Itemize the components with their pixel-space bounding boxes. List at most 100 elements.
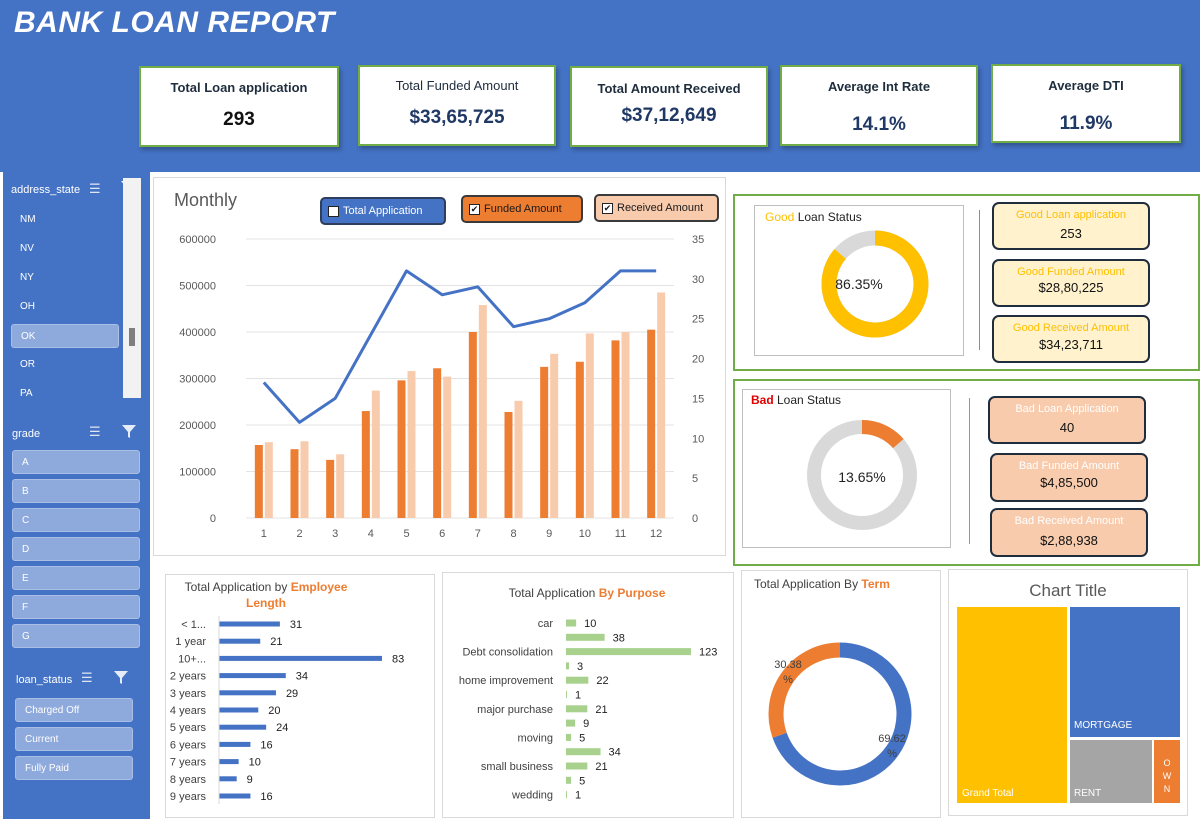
clear-filter-icon[interactable] [121,423,137,442]
slicer-item-state[interactable]: NV [11,237,119,261]
slicer-scrollbar[interactable] [123,178,141,398]
kpi-total-amount-received: Total Amount Received $37,12,649 [570,66,768,147]
slicer-item-loan-status[interactable]: Fully Paid [15,756,133,780]
bar-received-amount [300,441,309,518]
slicer-item-loan-status[interactable]: Charged Off [15,698,133,722]
bar-purpose [566,705,588,713]
slicer-item-state-selected[interactable]: OK [11,324,119,348]
data-label: 16 [260,739,272,751]
category-label: small business [481,761,554,773]
term-card: Total Application By Term 69.62% 30.38% [741,570,941,818]
multi-select-icon[interactable]: ☰ [89,424,101,440]
stat-label: Good Received Amount [1012,322,1130,334]
data-label: 9 [583,718,589,730]
y-tick-label: 300000 [179,374,216,386]
category-label: < 1... [181,619,206,631]
bar-purpose [566,648,691,656]
category-label: 8 years [170,774,207,786]
slicer-item-state[interactable]: OR [11,353,119,377]
slicer-item-state[interactable]: PA [11,382,119,406]
kpi-label: Total Amount Received [597,81,741,96]
treemap-tile-own: O W N [1154,740,1180,803]
category-label: car [538,618,554,630]
bar-received-amount [443,376,452,518]
bar-funded-amount [647,329,656,518]
bar-funded-amount [361,411,370,518]
data-label: 29 [286,688,298,700]
slice-label: 69.62 [878,733,906,745]
bar-employee-length [219,759,239,765]
bar-purpose [566,662,570,670]
slicer-item-grade[interactable]: C [12,508,140,532]
bad-loan-donut-box: Bad Loan Status 13.65% [742,389,951,548]
y-tick-label: 600000 [179,234,216,246]
data-label: 10 [249,757,261,769]
bar-employee-length [219,673,286,679]
data-label: 24 [276,722,288,734]
stat-label: Bad Funded Amount [1018,460,1120,472]
bar-employee-length [219,793,251,799]
slicer-item-grade[interactable]: F [12,595,140,619]
slicer-item-grade[interactable]: A [12,450,140,474]
x-tick-label: 9 [546,528,552,540]
bar-funded-amount [290,449,299,518]
divider [969,398,970,544]
x-tick-label: 7 [475,528,481,540]
bar-employee-length [219,638,261,644]
purpose-chart: car 10 38 Debt consolidation 123 3 home improv… [459,618,718,802]
x-tick-label: 6 [439,528,445,540]
kpi-average-int-rate: Average Int Rate 14.1% [780,65,978,146]
category-label: 4 years [170,705,207,717]
x-tick-label: 1 [261,528,267,540]
kpi-value: 14.1% [852,114,906,135]
bar-funded-amount [254,444,263,518]
y-tick-label: 500000 [179,281,216,293]
y2-tick-label: 20 [692,354,704,366]
bar-employee-length [219,621,280,627]
data-label: 1 [575,790,581,802]
bar-purpose [566,733,572,741]
treemap-tile-rent: RENT [1070,740,1152,803]
data-label: 21 [595,761,607,773]
bar-employee-length [219,741,251,747]
line-total-application [262,269,657,424]
multi-select-icon[interactable]: ☰ [81,670,93,686]
report-title: BANK LOAN REPORT [14,6,335,39]
data-label: 34 [296,671,308,683]
kpi-label: Total Funded Amount [395,78,519,93]
slicer-item-grade[interactable]: E [12,566,140,590]
x-tick-label: 5 [403,528,409,540]
donut-bad-share [861,420,904,449]
bar-funded-amount [326,459,335,518]
slicer-item-grade[interactable]: G [12,624,140,648]
category-label: 1 year [175,636,206,648]
good-loan-percent: 86.35% [835,276,883,292]
bar-employee-length [219,724,267,730]
bad-received-amount-card: Bad Received Amount $2,88,938 [990,508,1148,557]
good-loan-application-card: Good Loan application 253 [992,202,1150,250]
bar-employee-length [219,707,259,713]
employee-length-chart: < 1... 31 1 year 21 10+... 83 2 years 34 3 years… [170,616,404,804]
slicer-item-grade[interactable]: B [12,479,140,503]
scrollbar-thumb[interactable] [129,328,135,346]
bar-received-amount [478,305,487,518]
data-label: 3 [577,661,583,673]
kpi-value: 11.9% [1059,113,1113,134]
slicer-item-state[interactable]: OH [11,295,119,319]
slicer-item-grade[interactable]: D [12,537,140,561]
y-tick-label: 100000 [179,467,216,479]
y-tick-label: 200000 [179,420,216,432]
clear-filter-icon[interactable] [113,669,129,688]
bar-received-amount [371,390,380,518]
monthly-chart-card: Monthly ✔ Total Application ✔ Funded Amoun… [153,177,726,556]
slicer-item-state[interactable]: NM [11,208,119,232]
slicer-title-grade: grade [12,428,41,440]
slicer-item-loan-status[interactable]: Current [15,727,133,751]
bar-received-amount [514,400,523,518]
y-tick-label: 0 [210,513,216,525]
kpi-value: $33,65,725 [409,107,505,128]
multi-select-icon[interactable]: ☰ [89,181,101,197]
bar-received-amount [407,371,416,518]
slicer-item-state[interactable]: NY [11,266,119,290]
y2-tick-label: 5 [692,473,698,485]
